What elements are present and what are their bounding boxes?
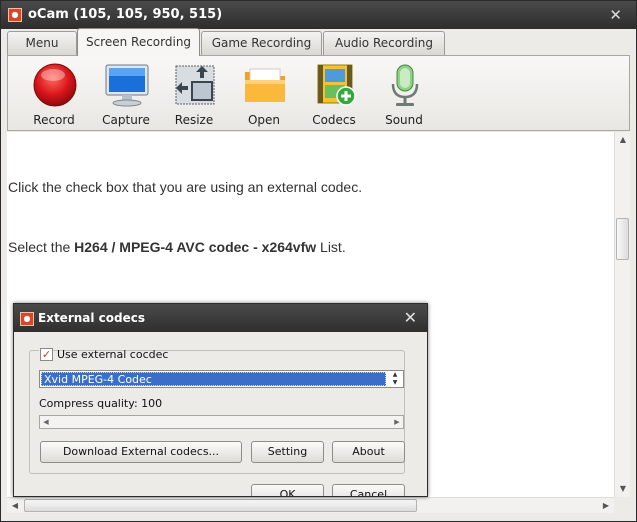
tab-screen-recording[interactable]: Screen Recording	[77, 28, 200, 56]
horizontal-scrollbar[interactable]: ◀ ▶	[7, 497, 614, 513]
scroll-right-arrow[interactable]: ▶	[598, 498, 614, 514]
use-external-checkbox[interactable]: ✓	[40, 348, 53, 361]
capture-label: Capture	[102, 113, 150, 127]
codecs-label: Codecs	[312, 113, 356, 127]
horizontal-scroll-thumb[interactable]	[24, 499, 417, 512]
about-button[interactable]: About	[332, 441, 405, 463]
microphone-icon	[391, 64, 419, 106]
toolbar: Record Capture Resize Open Codecs Sound	[7, 55, 630, 131]
title-bar[interactable]: ● oCam (105, 105, 950, 515) ✕	[1, 1, 636, 29]
folder-icon	[245, 68, 285, 102]
instruction-line-2: Select the H264 / MPEG-4 AVC codec - x26…	[8, 239, 346, 255]
setting-button[interactable]: Setting	[251, 441, 324, 463]
vertical-scroll-thumb[interactable]	[616, 218, 629, 260]
codec-select[interactable]: Xvid MPEG-4 Codec ▲ ▼	[39, 370, 404, 388]
slider-left-arrow[interactable]: ◀	[40, 416, 52, 428]
close-icon[interactable]: ✕	[609, 6, 622, 24]
dialog-title-bar[interactable]: ● External codecs ✕	[14, 304, 427, 332]
scroll-up-arrow[interactable]: ▲	[615, 132, 631, 148]
dialog-app-icon: ●	[20, 312, 34, 326]
external-codecs-dialog: ● External codecs ✕ ✓ Use external cocde…	[13, 303, 428, 497]
instruction-line-2-suffix: List.	[316, 239, 346, 255]
use-external-label[interactable]: Use external cocdec	[57, 348, 168, 361]
download-codecs-button[interactable]: Download External codecs...	[40, 441, 242, 463]
resize-button[interactable]: Resize	[162, 60, 226, 130]
sound-label: Sound	[385, 113, 423, 127]
tab-menu[interactable]: Menu	[7, 31, 77, 55]
ocam-app-icon: ●	[8, 8, 22, 22]
scroll-left-arrow[interactable]: ◀	[7, 498, 23, 514]
open-button[interactable]: Open	[232, 60, 296, 130]
scrollbar-corner	[614, 497, 630, 513]
ocam-window: ● oCam (105, 105, 950, 515) ✕ Menu Scree…	[0, 0, 637, 522]
sound-button[interactable]: Sound	[372, 60, 436, 130]
resize-icon	[175, 65, 215, 105]
vertical-scrollbar[interactable]: ▲ ▼	[614, 132, 630, 497]
codec-spinner-icon[interactable]: ▲ ▼	[388, 371, 402, 387]
window-title: oCam (105, 105, 950, 515)	[28, 7, 223, 22]
tab-audio-recording[interactable]: Audio Recording	[323, 31, 445, 55]
compress-quality-label: Compress quality: 100	[39, 397, 163, 410]
slider-right-arrow[interactable]: ▶	[391, 416, 403, 428]
capture-button[interactable]: Capture	[94, 60, 158, 130]
resize-label: Resize	[174, 113, 214, 127]
codec-selected-value: Xvid MPEG-4 Codec	[41, 372, 386, 386]
record-label: Record	[33, 113, 75, 127]
use-external-codec-row[interactable]: ✓ Use external cocdec	[39, 347, 168, 363]
instruction-line-1: Click the check box that you are using a…	[8, 179, 363, 195]
dialog-close-icon[interactable]: ✕	[404, 308, 417, 327]
record-icon	[33, 63, 77, 107]
codecs-icon	[317, 64, 356, 106]
scroll-down-arrow[interactable]: ▼	[615, 481, 631, 497]
compress-quality-slider[interactable]: ◀ ▶	[39, 415, 404, 429]
codec-name-highlight: H264 / MPEG-4 AVC codec - x264vfw	[74, 239, 317, 255]
ok-button[interactable]: OK	[251, 484, 324, 496]
dialog-title: External codecs	[38, 311, 146, 325]
cancel-button[interactable]: Cancel	[332, 484, 405, 496]
monitor-icon	[105, 64, 149, 107]
tab-game-recording[interactable]: Game Recording	[201, 31, 322, 55]
record-button[interactable]: Record	[22, 60, 86, 130]
open-label: Open	[247, 113, 281, 127]
codecs-button[interactable]: Codecs	[302, 60, 366, 130]
instruction-line-2-prefix: Select the	[8, 239, 75, 255]
